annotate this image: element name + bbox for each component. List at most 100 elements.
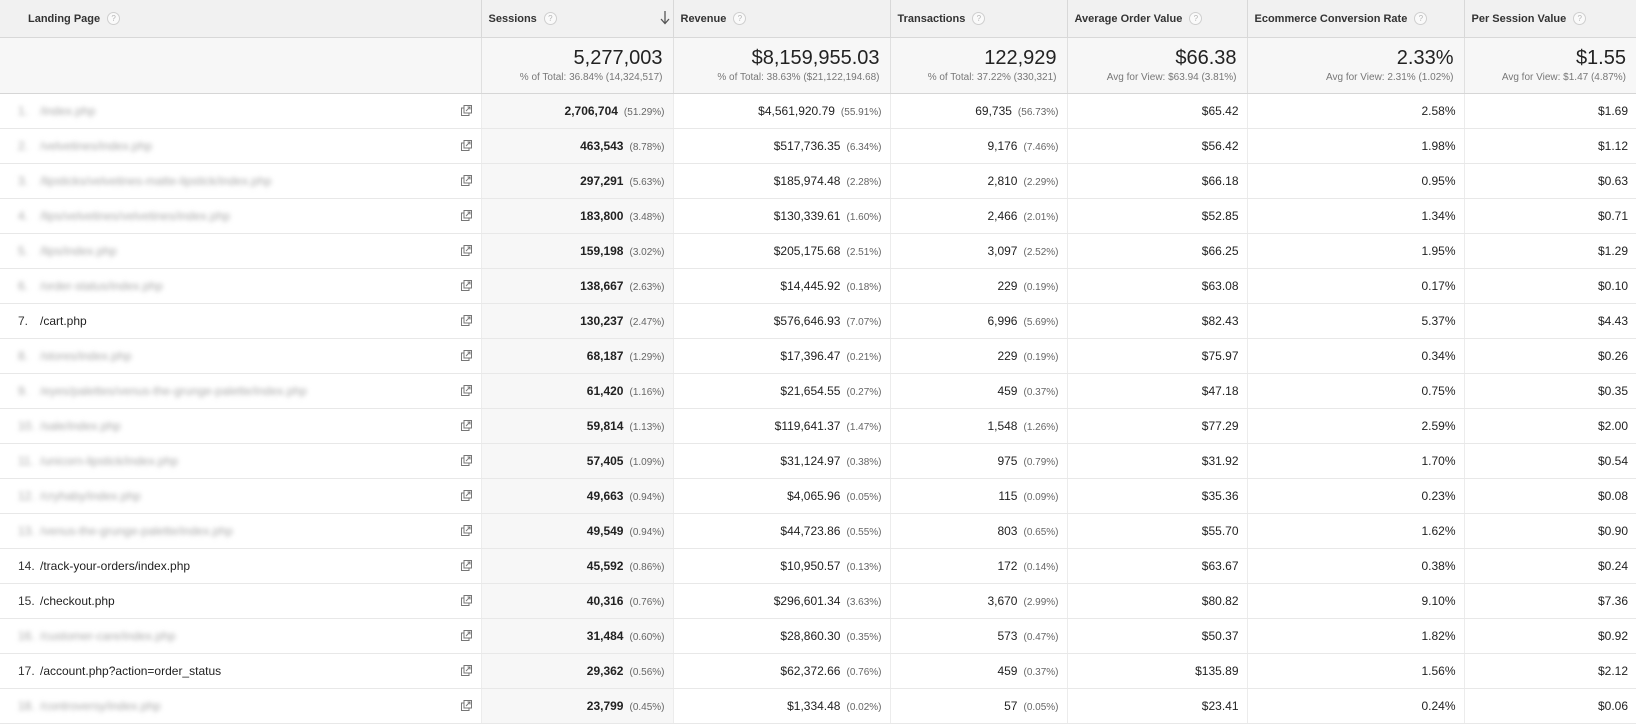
landing-page-link[interactable]: /order-status/index.php [40, 279, 163, 293]
open-external-link-icon[interactable] [460, 559, 472, 571]
open-external-link-icon[interactable] [460, 104, 472, 116]
sessions-cell: 23,799 (0.45%) [480, 687, 674, 724]
table-row[interactable]: 13. /venus-the-grunge-palette/index.php 4… [0, 512, 1636, 549]
open-external-link-icon[interactable] [460, 244, 472, 256]
landing-page-cell[interactable]: 11. /unicorn-lipstick/index.php [0, 442, 482, 479]
landing-page-cell[interactable]: 10. /sale/index.php [0, 407, 482, 444]
landing-page-link[interactable]: /track-your-orders/index.php [40, 559, 190, 573]
table-row[interactable]: 6. /order-status/index.php 138,667 (2.63%)… [0, 267, 1636, 304]
open-external-link-icon[interactable] [460, 384, 472, 396]
landing-page-cell[interactable]: 8. /stores/index.php [0, 337, 482, 374]
table-row[interactable]: 18./controversy/index.php 23,799 (0.45%) … [0, 687, 1636, 724]
transactions-percent: (2.01%) [1023, 211, 1059, 223]
table-row[interactable]: 1. /index.php 2,706,704 (51.29%) $4,561,92… [0, 92, 1636, 129]
column-header-landing-page[interactable]: Landing Page? [0, 0, 482, 38]
landing-page-link[interactable]: /index.php [40, 104, 95, 118]
open-external-link-icon[interactable] [460, 629, 472, 641]
landing-page-cell[interactable]: 13. /venus-the-grunge-palette/index.php [0, 512, 482, 549]
revenue-value: $130,339.61 [773, 208, 841, 223]
help-icon[interactable]: ? [543, 11, 557, 25]
landing-page-cell[interactable]: 18. /controversy/index.php [0, 687, 482, 724]
table-row[interactable]: 12. /cryhaby/index.php 49,663 (0.94%) $4,0… [0, 477, 1636, 514]
landing-page-cell[interactable]: 15. /checkout.php [0, 582, 482, 619]
open-external-link-icon[interactable] [460, 524, 472, 536]
open-external-link-icon[interactable] [460, 489, 472, 501]
column-header-revenue[interactable]: Revenue? [672, 0, 891, 38]
landing-page-cell[interactable]: 3. /lipsticks/velvetines-matte-lipstick/i… [0, 162, 482, 199]
landing-page-link[interactable]: /checkout.php [40, 594, 115, 608]
per-session-value-cell: $0.24 [1463, 547, 1636, 584]
column-header-per-session-value[interactable]: Per Session Value? [1463, 0, 1636, 38]
table-row[interactable]: 7. /cart.php 130,237 (2.47%) $576,646.93 (7… [0, 302, 1636, 339]
open-external-link-icon[interactable] [460, 139, 472, 151]
open-external-link-icon[interactable] [460, 349, 472, 361]
landing-page-link[interactable]: /stores/index.php [40, 349, 131, 363]
help-icon[interactable]: ? [1573, 11, 1587, 25]
landing-page-link[interactable]: /sale/index.php [40, 419, 121, 433]
landing-page-link[interactable]: /customer-care/index.php [40, 629, 175, 643]
landing-page-cell[interactable]: 7. /cart.php [0, 302, 482, 339]
table-row[interactable]: 10. /sale/index.php 59,814 (1.13%) $119,64… [0, 407, 1636, 444]
conversion-rate-cell: 0.24% [1246, 687, 1465, 724]
landing-page-cell[interactable]: 16. /customer-care/index.php [0, 617, 482, 654]
landing-page-link[interactable]: /lips/velvetines/velvetines/index.php [40, 209, 230, 223]
landing-page-link[interactable]: /unicorn-lipstick/index.php [40, 454, 178, 468]
column-header-conversion-rate[interactable]: Ecommerce Conversion Rate? [1246, 0, 1465, 38]
landing-page-cell[interactable]: 12. /cryhaby/index.php [0, 477, 482, 514]
landing-page-cell[interactable]: 4. /lips/velvetines/velvetines/index.php [0, 197, 482, 234]
landing-page-cell[interactable]: 9. /eyes/palettes/venus-the-grunge-palett… [0, 372, 482, 409]
open-external-link-icon[interactable] [460, 419, 472, 431]
table-row[interactable]: 4./lips/velvetines/velvetines/index.php … [0, 197, 1636, 234]
open-external-link-icon[interactable] [460, 699, 472, 711]
open-external-link-icon[interactable] [460, 174, 472, 186]
transactions-value: 229 [997, 348, 1018, 363]
table-row[interactable]: 15. /checkout.php 40,316 (0.76%) $296,601.… [0, 582, 1636, 619]
help-icon[interactable]: ? [733, 11, 747, 25]
landing-page-cell[interactable]: 6. /order-status/index.php [0, 267, 482, 304]
landing-page-cell[interactable]: 2. /velvetines/index.php [0, 127, 482, 164]
column-header-transactions[interactable]: Transactions? [889, 0, 1068, 38]
per-session-value-cell: $1.69 [1463, 92, 1636, 129]
landing-page-cell[interactable]: 1. /index.php [0, 92, 482, 129]
open-external-link-icon[interactable] [460, 279, 472, 291]
aov-value: $52.85 [1201, 208, 1239, 223]
column-header-sessions[interactable]: Sessions? [480, 0, 674, 38]
landing-page-link[interactable]: /venus-the-grunge-palette/index.php [40, 524, 233, 538]
open-external-link-icon[interactable] [460, 314, 472, 326]
landing-page-link[interactable]: /eyes/palettes/venus-the-grunge-palette/… [40, 384, 307, 398]
conversion-rate-value: 0.17% [1421, 278, 1456, 293]
landing-page-link[interactable]: /cart.php [40, 314, 87, 328]
sort-descending-arrow-icon[interactable] [660, 10, 670, 25]
open-external-link-icon[interactable] [460, 594, 472, 606]
table-row[interactable]: 14. /track-your-orders/index.php 45,592 (0… [0, 547, 1636, 584]
help-icon[interactable]: ? [1414, 11, 1428, 25]
landing-page-link[interactable]: /velvetines/index.php [40, 139, 152, 153]
sessions-percent: (1.13%) [629, 421, 665, 433]
help-icon[interactable]: ? [107, 11, 121, 25]
help-icon[interactable]: ? [1189, 11, 1203, 25]
totals-per-session-value: $1.55 Avg for View: $1.47 (4.87%) [1463, 36, 1636, 94]
revenue-percent: (1.47%) [846, 421, 882, 433]
column-header-average-order-value[interactable]: Average Order Value? [1066, 0, 1248, 38]
landing-page-link[interactable]: /cryhaby/index.php [40, 489, 141, 503]
table-row[interactable]: 8. /stores/index.php 68,187 (1.29%) $17,39… [0, 337, 1636, 374]
open-external-link-icon[interactable] [460, 664, 472, 676]
table-row[interactable]: 11. /unicorn-lipstick/index.php 57,405 (1.… [0, 442, 1636, 479]
table-row[interactable]: 16. /customer-care/index.php 31,484 (0.60%… [0, 617, 1636, 654]
table-row[interactable]: 2. /velvetines/index.php 463,543 (8.78%) $… [0, 127, 1636, 164]
open-external-link-icon[interactable] [460, 209, 472, 221]
table-row[interactable]: 3. /lipsticks/velvetines-matte-lipstick/i… [0, 162, 1636, 199]
help-icon[interactable]: ? [972, 11, 986, 25]
table-row[interactable]: 9. /eyes/palettes/venus-the-grunge-palett… [0, 372, 1636, 409]
landing-page-cell[interactable]: 5. /lips/index.php [0, 232, 482, 269]
landing-page-link[interactable]: /lips/index.php [40, 244, 117, 258]
landing-page-link[interactable]: /account.php?action=order_status [40, 664, 221, 678]
transactions-value: 172 [997, 558, 1018, 573]
landing-page-link[interactable]: /lipsticks/velvetines-matte-lipstick/ind… [40, 174, 271, 188]
table-row[interactable]: 17. /account.php?action=order_status 29,3… [0, 652, 1636, 689]
open-external-link-icon[interactable] [460, 454, 472, 466]
landing-page-cell[interactable]: 17. /account.php?action=order_status [0, 652, 482, 689]
table-row[interactable]: 5. /lips/index.php 159,198 (3.02%) $205,17… [0, 232, 1636, 269]
landing-page-cell[interactable]: 14. /track-your-orders/index.php [0, 547, 482, 584]
landing-page-link[interactable]: /controversy/index.php [40, 699, 161, 713]
